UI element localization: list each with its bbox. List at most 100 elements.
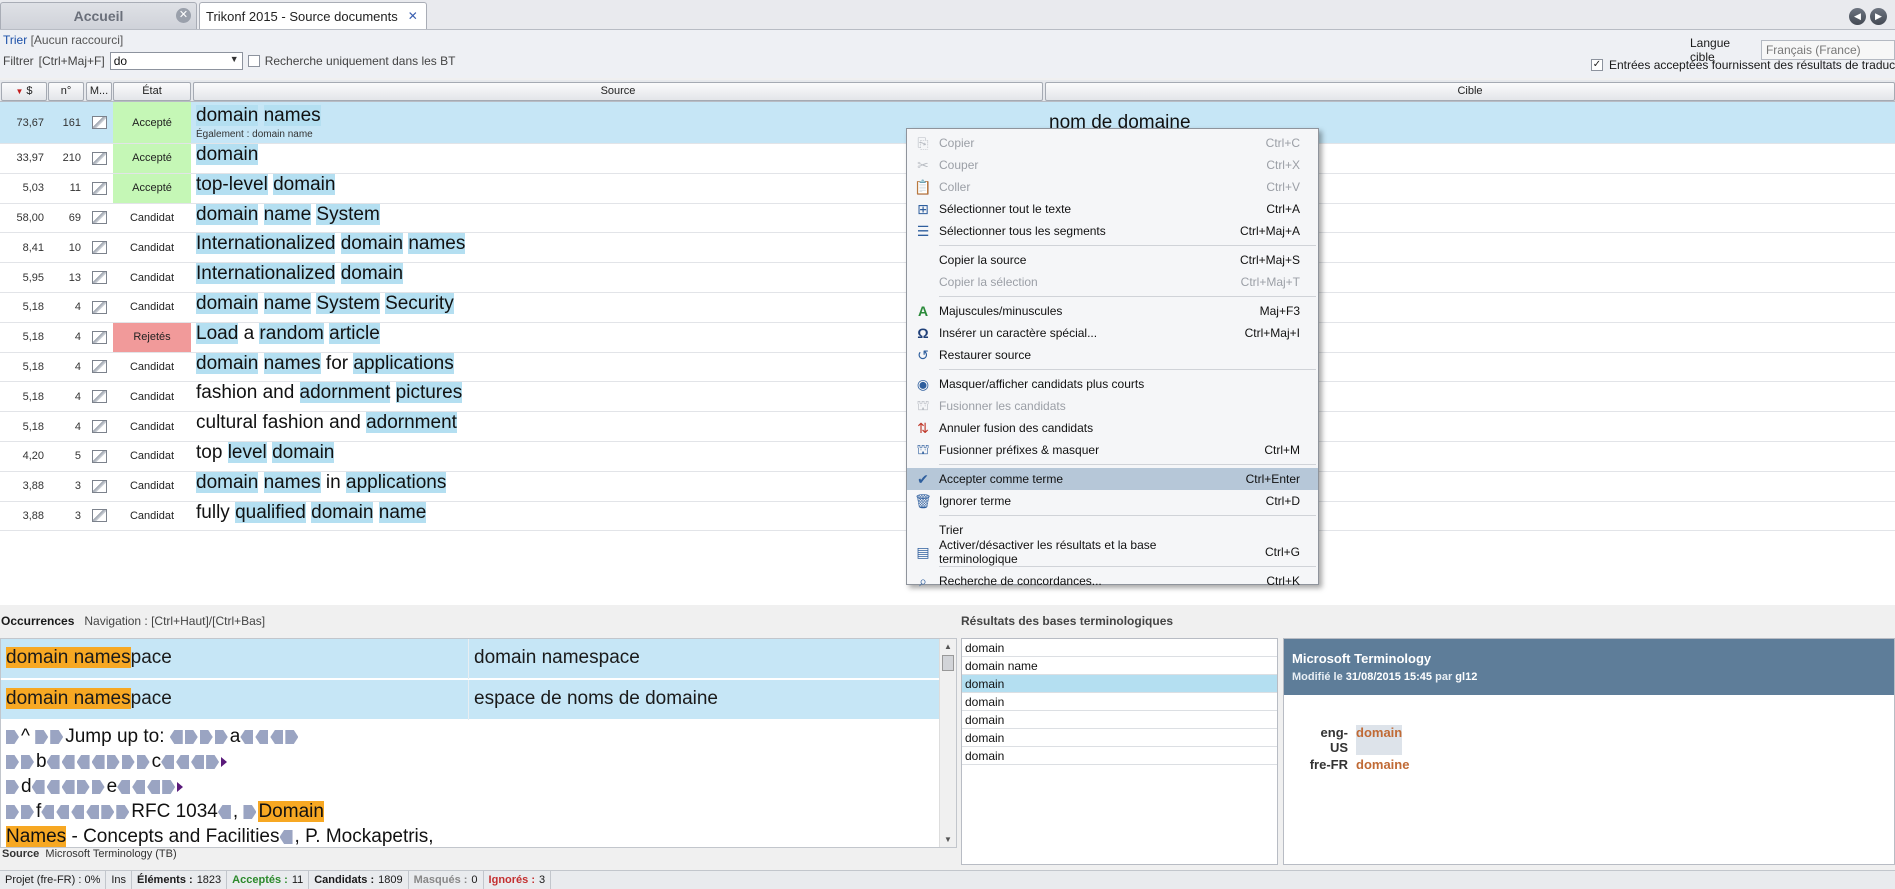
- menu-item-copy[interactable]: ⎘ Copier Ctrl+C: [907, 132, 1318, 154]
- row-m-cell[interactable]: [86, 102, 112, 143]
- menu-item-copy-source[interactable]: Copier la source Ctrl+Maj+S: [907, 249, 1318, 271]
- status-badge[interactable]: Accepté: [113, 144, 191, 173]
- occurrence-row[interactable]: domain namespace domain namespace: [1, 639, 939, 679]
- row-count: 3: [74, 509, 81, 522]
- status-badge[interactable]: Candidat: [113, 353, 191, 382]
- column-header-target[interactable]: Cible: [1045, 82, 1895, 101]
- scroll-thumb[interactable]: [942, 655, 954, 671]
- menu-separator: [939, 464, 1316, 465]
- status-badge[interactable]: Candidat: [113, 204, 191, 233]
- tb-result-item[interactable]: domain: [962, 729, 1277, 747]
- scroll-up-icon[interactable]: ▲: [944, 642, 952, 651]
- column-header-count[interactable]: n°: [48, 82, 84, 101]
- status-badge[interactable]: Candidat: [113, 442, 191, 471]
- menu-item-unmerge-candidates[interactable]: ⇅ Annuler fusion des candidats: [907, 417, 1318, 439]
- merge-prefixes-icon: ⛫: [916, 440, 930, 457]
- status-badge[interactable]: Candidat: [113, 472, 191, 501]
- row-m-cell[interactable]: [86, 323, 112, 352]
- image-icon: [91, 300, 107, 314]
- tb-results-title: Résultats des bases terminologiques: [961, 614, 1174, 628]
- status-project: Projet (fre-FR) : 0%: [0, 871, 107, 889]
- menu-item-insert-special-char[interactable]: Ω Insérer un caractère spécial... Ctrl+Maj…: [907, 322, 1318, 344]
- row-m-cell[interactable]: [86, 233, 112, 262]
- occurrence-context: ^ Jump up to: a bc de f RFC 1034, Domain …: [6, 726, 434, 847]
- tab-prev-arrow-icon[interactable]: ◀: [1849, 8, 1866, 25]
- sort-link[interactable]: Trier: [3, 33, 27, 47]
- sort-desc-icon: ▼: [15, 87, 24, 96]
- image-icon: [91, 390, 107, 404]
- row-count: 4: [74, 331, 81, 344]
- menu-item-merge-candidates[interactable]: ⛫ Fusionner les candidats: [907, 395, 1318, 417]
- tab-home-close-icon[interactable]: ✕: [176, 8, 191, 23]
- status-badge[interactable]: Accepté: [113, 173, 191, 203]
- tab-source-documents[interactable]: Trikonf 2015 - Source documents ✕: [199, 2, 427, 29]
- menu-item-toggle-shorter-candidates[interactable]: ◉ Masquer/afficher candidats plus courts: [907, 373, 1318, 395]
- filter-row: Filtrer [Ctrl+Maj+F] do ▼ Recherche uniq…: [3, 52, 455, 70]
- status-badge[interactable]: Candidat: [113, 382, 191, 411]
- column-header-m[interactable]: M...: [86, 82, 112, 101]
- tb-result-item[interactable]: domain: [962, 675, 1277, 693]
- menu-item-merge-prefixes[interactable]: ⛫ Fusionner préfixes & masquer Ctrl+M: [907, 439, 1318, 461]
- row-m-cell[interactable]: [86, 382, 112, 411]
- image-icon: [91, 151, 107, 165]
- row-m-cell[interactable]: [86, 263, 112, 292]
- occurrence-match: domain names: [6, 688, 131, 709]
- menu-item-cut[interactable]: ✂ Couper Ctrl+X: [907, 154, 1318, 176]
- row-m-cell[interactable]: [86, 502, 112, 531]
- status-badge[interactable]: Candidat: [113, 293, 191, 322]
- term-value[interactable]: domain: [1356, 725, 1403, 755]
- menu-item-select-all-text[interactable]: ⊞ Sélectionner tout le texte Ctrl+A: [907, 198, 1318, 220]
- row-m-cell[interactable]: [86, 293, 112, 322]
- menu-item-accept-as-term[interactable]: ✔ Accepter comme terme Ctrl+Enter: [907, 468, 1318, 490]
- occurrences-scrollbar[interactable]: ▲ ▼: [939, 639, 956, 847]
- status-insert-mode: Ins: [106, 871, 133, 889]
- target-language-select[interactable]: Français (France): [1760, 40, 1895, 60]
- column-header-source[interactable]: Source: [193, 82, 1043, 101]
- menu-item-concordance-search[interactable]: ⌕ Recherche de concordances... Ctrl+K: [907, 570, 1318, 592]
- menu-item-copy-selection[interactable]: Copier la sélection Ctrl+Maj+T: [907, 271, 1318, 293]
- row-m-cell[interactable]: [86, 353, 112, 382]
- tb-result-item[interactable]: domain: [962, 711, 1277, 729]
- row-m-cell[interactable]: [86, 472, 112, 501]
- menu-item-toggle-results-tb[interactable]: ▤ Activer/désactiver les résultats et la …: [907, 538, 1318, 566]
- row-source-text: domain names in applications: [196, 471, 447, 493]
- status-badge[interactable]: Accepté: [113, 102, 191, 143]
- status-badge[interactable]: Rejetés: [113, 322, 191, 352]
- status-masked: Masqués :0: [409, 871, 484, 889]
- menu-separator: [939, 245, 1316, 246]
- filter-input[interactable]: do ▼: [109, 52, 243, 70]
- menu-item-paste[interactable]: 📋 Coller Ctrl+V: [907, 176, 1318, 198]
- menu-item-ignore-term[interactable]: 🗑 Ignorer terme Ctrl+D: [907, 490, 1318, 512]
- status-badge[interactable]: Candidat: [113, 502, 191, 531]
- menu-item-select-all-segments[interactable]: ☰ Sélectionner tous les segments Ctrl+Maj+…: [907, 220, 1318, 242]
- term-value[interactable]: domaine: [1356, 757, 1409, 772]
- row-m-cell[interactable]: [86, 144, 112, 173]
- tab-next-arrow-icon[interactable]: ▶: [1870, 8, 1887, 25]
- tb-result-item[interactable]: domain: [962, 693, 1277, 711]
- row-m-cell[interactable]: [86, 174, 112, 203]
- status-badge[interactable]: Candidat: [113, 412, 191, 441]
- row-source-text: fully qualified domain name: [196, 501, 427, 523]
- scroll-down-icon[interactable]: ▼: [944, 835, 952, 844]
- search-bt-checkbox[interactable]: [247, 55, 260, 67]
- row-count: 4: [74, 420, 81, 433]
- tab-home[interactable]: Accueil ✕: [0, 2, 197, 29]
- row-m-cell[interactable]: [86, 442, 112, 471]
- menu-item-restore-source[interactable]: ↺ Restaurer source: [907, 344, 1318, 366]
- occurrence-row[interactable]: domain namespace espace de noms de domai…: [1, 680, 939, 720]
- menu-item-change-case[interactable]: A Majuscules/minuscules Maj+F3: [907, 300, 1318, 322]
- column-header-state[interactable]: État: [113, 82, 191, 101]
- tb-result-item[interactable]: domain: [962, 639, 1277, 657]
- tab-document-close-icon[interactable]: ✕: [408, 9, 418, 23]
- row-m-cell[interactable]: [86, 204, 112, 233]
- status-badge[interactable]: Candidat: [113, 233, 191, 262]
- accepted-entries-checkbox[interactable]: ✓: [1591, 59, 1603, 71]
- tb-result-item[interactable]: domain: [962, 747, 1277, 765]
- column-header-score[interactable]: ▼ $: [1, 82, 47, 101]
- status-badge[interactable]: Candidat: [113, 263, 191, 292]
- row-count: 4: [74, 301, 81, 314]
- row-m-cell[interactable]: [86, 412, 112, 441]
- chevron-down-icon[interactable]: ▼: [230, 54, 239, 64]
- row-count: 210: [62, 152, 81, 165]
- tb-result-item[interactable]: domain name: [962, 657, 1277, 675]
